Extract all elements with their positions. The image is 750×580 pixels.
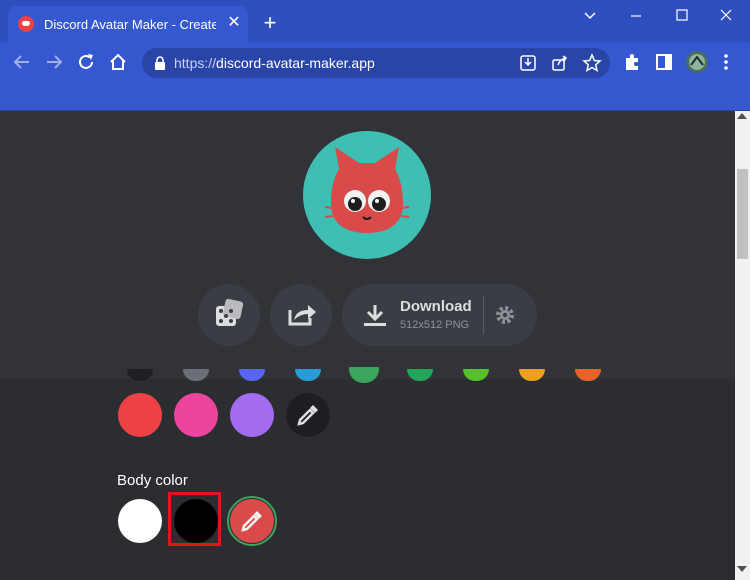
- address-bar[interactable]: https://discord-avatar-maker.app: [142, 48, 610, 78]
- share-icon[interactable]: [550, 53, 570, 73]
- scroll-up-icon[interactable]: [737, 113, 747, 119]
- divider: [483, 296, 484, 334]
- body-custom-color-button[interactable]: [230, 499, 274, 543]
- eyedropper-icon: [241, 511, 262, 532]
- url-host: discord-avatar-maker.app: [216, 55, 375, 71]
- window-close-icon[interactable]: [714, 6, 738, 26]
- download-label: Download: [400, 298, 472, 315]
- page-scrollbar[interactable]: [735, 111, 750, 580]
- browser-tab[interactable]: Discord Avatar Maker - Create yo ✕: [8, 6, 248, 43]
- discord-icon: [18, 16, 34, 32]
- browser-toolbar: https://discord-avatar-maker.app: [0, 43, 750, 80]
- swatch-peek[interactable]: [239, 369, 265, 381]
- chevron-down-icon[interactable]: [578, 6, 602, 26]
- tab-title: Discord Avatar Maker - Create yo: [44, 17, 216, 32]
- color-options-panel: Body color: [0, 369, 735, 580]
- download-button[interactable]: Download 512x512 PNG: [342, 284, 537, 346]
- profile-icon[interactable]: [685, 50, 709, 74]
- avatar-preview: [303, 131, 431, 259]
- selection-highlight: [168, 492, 221, 546]
- minimize-icon[interactable]: [624, 6, 648, 26]
- swatch-peek[interactable]: [127, 369, 153, 381]
- randomize-button[interactable]: [198, 284, 260, 346]
- maximize-icon[interactable]: [670, 6, 694, 26]
- page-header-bar: [0, 80, 750, 111]
- swatch-peek[interactable]: [351, 369, 377, 381]
- body-color-label: Body color: [117, 472, 188, 489]
- dice-icon: [216, 298, 244, 326]
- swatch-peek[interactable]: [575, 369, 601, 381]
- star-icon[interactable]: [582, 53, 602, 73]
- menu-icon[interactable]: [716, 52, 736, 72]
- color-swatch-purple[interactable]: [230, 393, 274, 437]
- swatch-peek[interactable]: [407, 369, 433, 381]
- body-color-white[interactable]: [118, 499, 162, 543]
- swatch-peek[interactable]: [295, 369, 321, 381]
- puzzle-icon[interactable]: [622, 52, 642, 72]
- scrollbar-thumb[interactable]: [737, 169, 748, 259]
- avatar-preview-area: Download 512x512 PNG: [0, 111, 735, 379]
- share-arrow-icon: [288, 305, 316, 326]
- forward-icon[interactable]: [43, 51, 65, 73]
- color-swatch-pink[interactable]: [174, 393, 218, 437]
- back-icon[interactable]: [11, 51, 33, 73]
- download-icon: [364, 305, 386, 326]
- home-icon[interactable]: [107, 51, 129, 73]
- sidebar-icon[interactable]: [654, 52, 674, 72]
- share-button[interactable]: [270, 284, 332, 346]
- url-text[interactable]: https://discord-avatar-maker.app: [174, 55, 375, 71]
- eyedropper-icon: [297, 405, 318, 426]
- lock-icon[interactable]: [154, 56, 166, 70]
- scroll-down-icon[interactable]: [737, 566, 747, 572]
- gear-icon[interactable]: [494, 304, 516, 326]
- tab-strip: Discord Avatar Maker - Create yo ✕ +: [0, 0, 750, 43]
- reload-icon[interactable]: [75, 51, 97, 73]
- url-scheme: https://: [174, 55, 217, 71]
- cat-icon: [324, 147, 410, 233]
- download-size-label: 512x512 PNG: [400, 319, 470, 331]
- color-swatch-red[interactable]: [118, 393, 162, 437]
- install-icon[interactable]: [518, 53, 538, 73]
- new-tab-button[interactable]: +: [260, 12, 280, 34]
- swatch-peek[interactable]: [519, 369, 545, 381]
- close-tab-icon[interactable]: ✕: [224, 13, 244, 33]
- swatch-peek[interactable]: [183, 369, 209, 381]
- custom-color-button[interactable]: [286, 393, 330, 437]
- swatch-peek[interactable]: [463, 369, 489, 381]
